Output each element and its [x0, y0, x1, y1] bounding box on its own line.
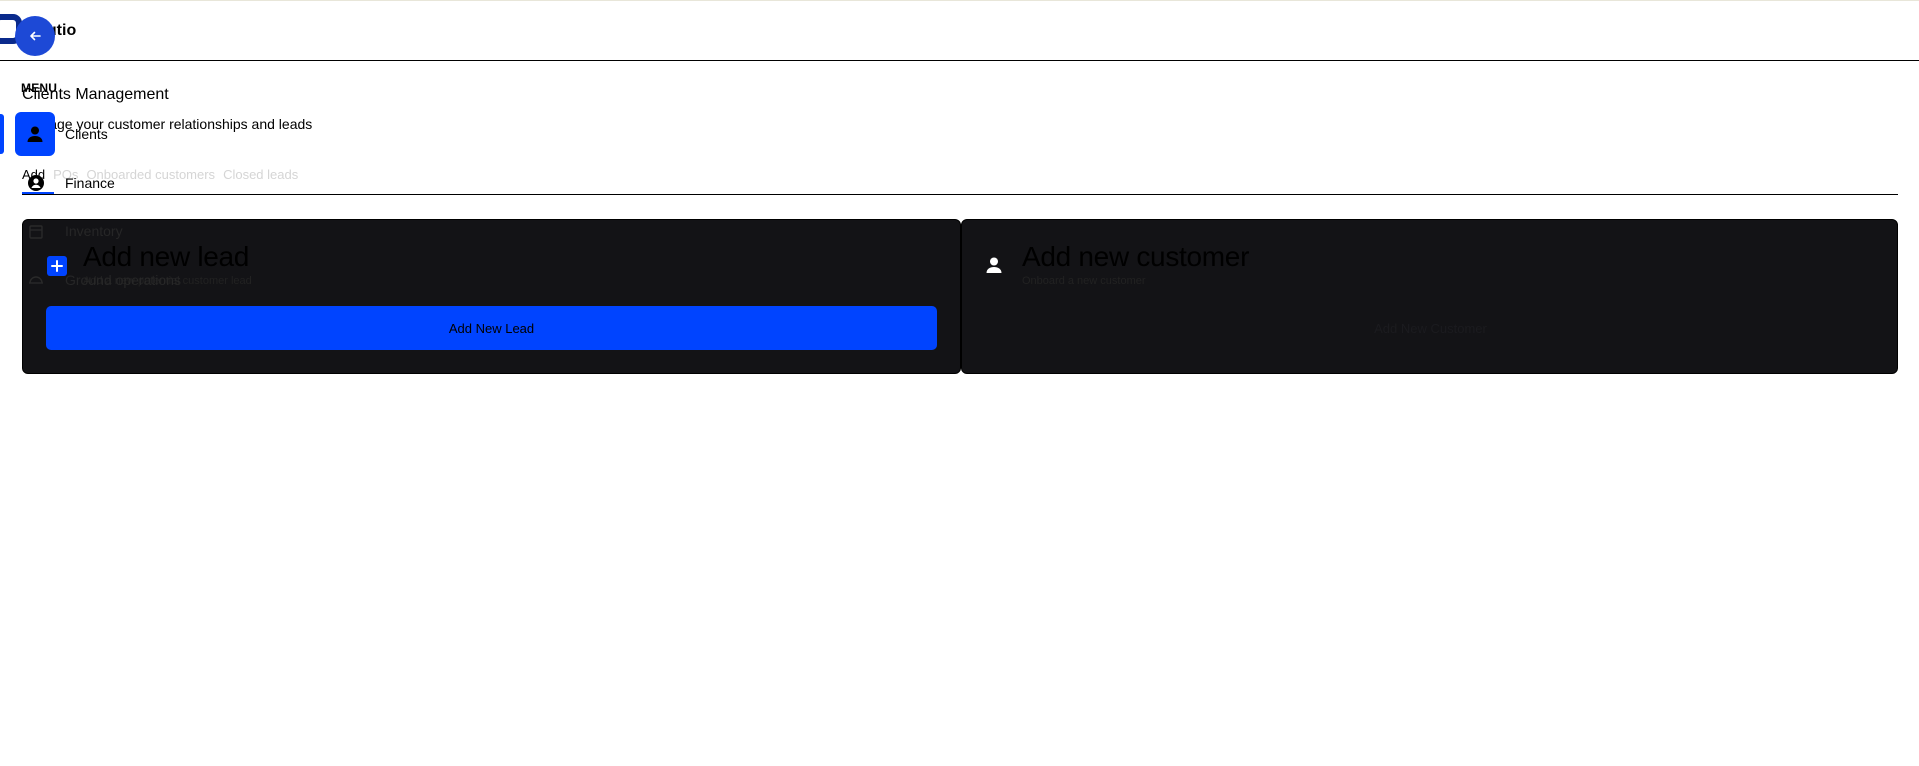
- tab-bar: Add POs Onboarded customers Closed leads: [22, 167, 298, 182]
- ground-operations-icon: [24, 268, 48, 292]
- back-button[interactable]: [15, 16, 55, 56]
- add-lead-card: Add new lead Add a new potential custome…: [22, 219, 961, 374]
- add-customer-card: Add new customer Onboard a new customer …: [961, 219, 1898, 374]
- sidebar-item-clients-icon[interactable]: [15, 112, 55, 156]
- menu-label: MENU: [21, 81, 58, 95]
- card-description: Onboard a new customer: [1022, 275, 1146, 287]
- top-line: [0, 0, 1919, 1]
- header-divider: [0, 60, 1919, 61]
- person-icon: [27, 126, 43, 142]
- finance-icon: [24, 171, 48, 195]
- person-icon: [984, 255, 1004, 275]
- sidebar-item-inventory[interactable]: Inventory: [65, 223, 123, 239]
- tabs-divider: [22, 194, 1898, 195]
- sidebar-item-clients[interactable]: Clients: [65, 126, 108, 142]
- card-title: Add new lead: [83, 241, 250, 272]
- sidebar-item-finance[interactable]: Finance: [65, 175, 115, 191]
- sidebar-item-ground-operations[interactable]: Ground operations: [65, 272, 181, 288]
- card-title: Add new customer: [1022, 241, 1250, 272]
- active-nav-indicator: [0, 114, 4, 154]
- arrow-left-icon: [30, 31, 41, 41]
- add-new-lead-button[interactable]: Add New Lead: [46, 306, 937, 350]
- plus-icon: [47, 256, 67, 276]
- add-new-customer-button[interactable]: Add New Customer: [985, 306, 1876, 350]
- inventory-icon: [24, 220, 48, 244]
- tab-closed-leads[interactable]: Closed leads: [223, 167, 298, 182]
